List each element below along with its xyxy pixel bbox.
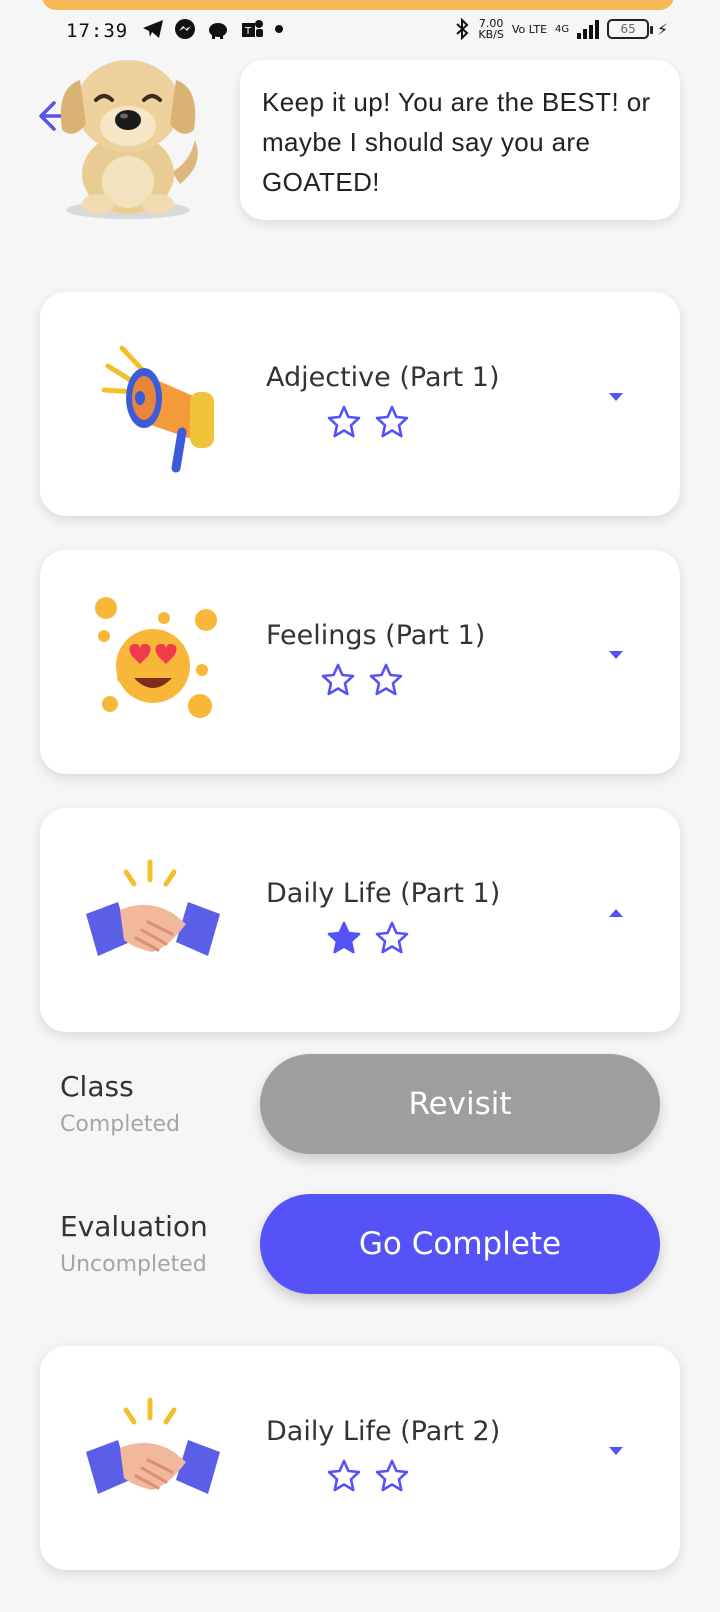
star-outline-icon (327, 405, 361, 438)
lesson-stars (326, 1458, 410, 1494)
class-label: Class (60, 1070, 134, 1103)
star-outline-icon (327, 1459, 361, 1492)
lesson-stars (320, 662, 404, 698)
chevron-down-icon[interactable] (608, 1446, 624, 1456)
lesson-card-daily-life-2[interactable]: Daily Life (Part 2) (40, 1346, 680, 1570)
lesson-title: Daily Life (Part 2) (266, 1416, 501, 1447)
evaluation-label: Evaluation (60, 1210, 208, 1243)
network-type: 4G (555, 23, 570, 35)
svg-text:T: T (244, 26, 252, 37)
notification-icons: T (142, 18, 284, 40)
lesson-title: Feelings (Part 1) (266, 620, 486, 651)
chevron-down-icon[interactable] (608, 650, 624, 660)
teams-icon: T (242, 20, 263, 37)
star-filled-icon (327, 921, 361, 954)
mascot-message: Keep it up! You are the BEST! or maybe I… (262, 87, 651, 197)
lesson-stars (326, 920, 410, 956)
lesson-title: Adjective (Part 1) (266, 362, 500, 393)
go-complete-button[interactable]: Go Complete (260, 1194, 660, 1294)
charging-icon: ⚡ (657, 18, 668, 40)
star-outline-icon (375, 921, 409, 954)
lesson-card-feelings[interactable]: Feelings (Part 1) (40, 550, 680, 774)
lesson-card-adjective[interactable]: Adjective (Part 1) (40, 292, 680, 516)
handshake-icon (86, 1397, 220, 1494)
battery-level: 65 (620, 22, 636, 36)
star-outline-icon (369, 663, 403, 696)
network-speed-unit: KB/S (478, 28, 504, 41)
evaluation-status: Uncompleted (60, 1252, 207, 1277)
star-outline-icon (321, 663, 355, 696)
top-banner-strip (42, 0, 674, 10)
lesson-card-daily-life-1[interactable]: Daily Life (Part 1) (40, 808, 680, 1032)
chevron-up-icon[interactable] (608, 908, 624, 918)
battery-icon: 65 (607, 19, 654, 39)
more-notifications-dot-icon (275, 25, 283, 33)
lesson-stars (326, 404, 410, 440)
star-outline-icon (375, 405, 409, 438)
megaphone-icon (101, 345, 214, 473)
bluetooth-icon (456, 18, 469, 40)
class-status: Completed (60, 1112, 180, 1137)
messenger-icon (175, 19, 195, 39)
network-speed: 7.00 KB/S (478, 18, 503, 40)
dog-mascot-icon (60, 60, 198, 219)
volte-indicator: Vo LTE (511, 22, 548, 36)
system-icons: 7.00 KB/S Vo LTE 4G 65 ⚡ (454, 18, 668, 40)
handshake-icon (86, 859, 220, 956)
chevron-down-icon[interactable] (608, 392, 624, 402)
status-time: 17:39 (66, 20, 129, 42)
signal-strength-icon (577, 19, 600, 39)
lesson-title: Daily Life (Part 1) (266, 878, 501, 909)
revisit-button[interactable]: Revisit (260, 1054, 660, 1154)
telegram-icon (143, 20, 163, 38)
heart-eyes-emoji-icon (95, 597, 217, 718)
mascot-speech-bubble: Keep it up! You are the BEST! or maybe I… (240, 60, 680, 220)
piggy-bank-icon (209, 23, 227, 39)
star-outline-icon (375, 1459, 409, 1492)
